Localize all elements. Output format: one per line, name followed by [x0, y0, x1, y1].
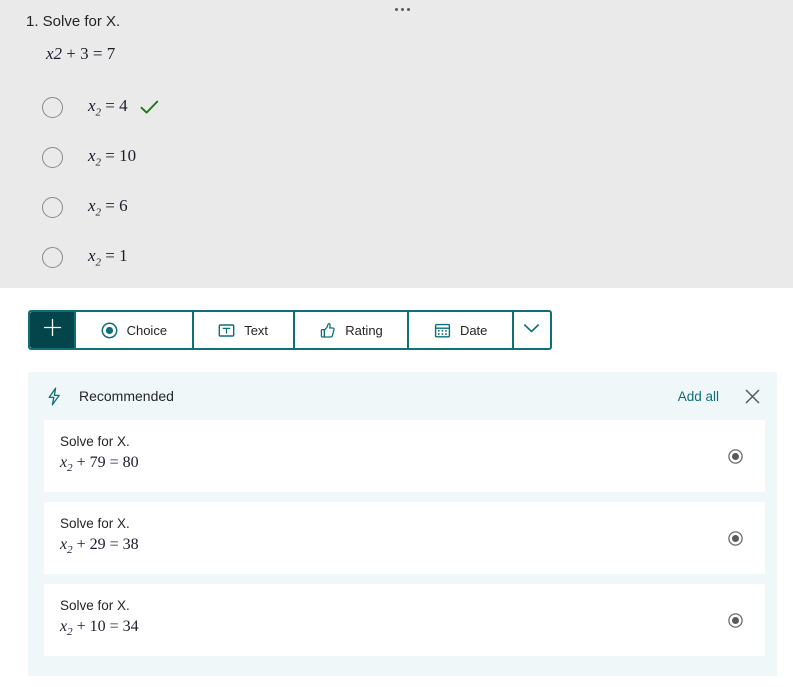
- calendar-icon: [434, 322, 451, 339]
- question-equation-rest: + 3 = 7: [62, 44, 116, 63]
- add-question-toolbar-wrapper: Choice Text Rating Date: [0, 288, 793, 350]
- choice-option[interactable]: x2 = 6: [0, 182, 793, 232]
- add-all-button[interactable]: Add all: [678, 389, 719, 404]
- choice-list: x2 = 4 x2 = 10 x2 = 6 x2 = 1: [0, 82, 793, 282]
- recommended-card-equation: x2 + 79 = 80: [60, 452, 727, 479]
- plus-icon: [43, 318, 62, 342]
- choice-rest: = 4: [101, 95, 128, 115]
- checkmark-icon: [140, 100, 159, 115]
- choice-rest: = 1: [101, 245, 128, 265]
- choice-variable: x: [88, 195, 96, 215]
- toolbar-more-types-button[interactable]: [511, 312, 550, 348]
- recommended-card-equation: x2 + 29 = 38: [60, 534, 727, 561]
- lightning-bolt-icon: [44, 387, 64, 406]
- ellipsis-horizontal-icon[interactable]: [389, 2, 415, 16]
- question-card: 1. Solve for X. x2 + 3 = 7 x2 = 4 x2 = 1…: [0, 0, 793, 288]
- choice-option-label: x2 = 10: [88, 146, 136, 168]
- add-question-button[interactable]: [30, 312, 74, 348]
- chevron-down-icon: [523, 321, 540, 339]
- toolbar-item-label: Rating: [345, 322, 383, 338]
- thumbs-up-icon: [319, 322, 336, 339]
- recommended-card-equation: x2 + 10 = 34: [60, 616, 727, 643]
- toolbar-item-choice[interactable]: Choice: [74, 312, 192, 348]
- radio-button-icon[interactable]: [42, 246, 63, 268]
- recommended-card[interactable]: Solve for X. x2 + 10 = 34: [44, 584, 765, 656]
- dot: [400, 7, 404, 11]
- dot: [394, 7, 398, 11]
- add-question-toolbar: Choice Text Rating Date: [28, 310, 552, 350]
- close-icon[interactable]: [743, 387, 761, 405]
- dot: [406, 7, 410, 11]
- choice-option-label: x2 = 1: [88, 246, 128, 268]
- equation-rest: + 29 = 38: [72, 536, 139, 554]
- recommended-card[interactable]: Solve for X. x2 + 79 = 80: [44, 420, 765, 492]
- toolbar-item-rating[interactable]: Rating: [292, 312, 408, 348]
- radio-button-icon[interactable]: [727, 612, 743, 628]
- toolbar-item-label: Text: [244, 322, 269, 338]
- choice-rest: = 10: [101, 145, 137, 165]
- recommended-card-body: Solve for X. x2 + 79 = 80: [60, 432, 727, 479]
- toolbar-item-label: Date: [459, 322, 488, 338]
- toolbar-item-text[interactable]: Text: [191, 312, 293, 348]
- choice-option[interactable]: x2 = 10: [0, 132, 793, 182]
- radio-button-icon[interactable]: [42, 196, 63, 218]
- choice-option-label: x2 = 4: [88, 96, 128, 118]
- choice-rest: = 6: [101, 195, 128, 215]
- radio-button-icon[interactable]: [42, 146, 63, 168]
- toolbar-item-label: Choice: [126, 322, 168, 338]
- recommended-card-title: Solve for X.: [60, 516, 130, 532]
- choice-variable: x: [88, 245, 96, 265]
- recommended-card-body: Solve for X. x2 + 29 = 38: [60, 514, 727, 561]
- recommended-header: Recommended Add all: [28, 372, 777, 420]
- recommended-title: Recommended: [79, 388, 174, 404]
- choice-option-label: x2 = 6: [88, 196, 128, 218]
- radio-button-icon[interactable]: [727, 530, 743, 546]
- toolbar-item-date[interactable]: Date: [407, 312, 512, 348]
- radio-button-icon[interactable]: [42, 96, 63, 118]
- recommended-card[interactable]: Solve for X. x2 + 29 = 38: [44, 502, 765, 574]
- radio-button-icon[interactable]: [727, 448, 743, 464]
- choice-option[interactable]: x2 = 1: [0, 232, 793, 282]
- question-equation: x2 + 3 = 7: [0, 44, 793, 64]
- choice-variable: x: [88, 95, 96, 115]
- recommended-card-title: Solve for X.: [60, 434, 130, 450]
- recommended-card-body: Solve for X. x2 + 10 = 34: [60, 596, 727, 643]
- choice-option[interactable]: x2 = 4: [0, 82, 793, 132]
- question-equation-variable: x2: [46, 44, 63, 63]
- recommended-card-title: Solve for X.: [60, 598, 130, 614]
- recommended-panel: Recommended Add all Solve for X. x2 + 79…: [28, 372, 777, 676]
- text-box-icon: [218, 322, 235, 339]
- equation-rest: + 10 = 34: [72, 618, 139, 636]
- choice-variable: x: [88, 145, 96, 165]
- equation-rest: + 79 = 80: [72, 454, 139, 472]
- radio-button-icon: [101, 322, 118, 339]
